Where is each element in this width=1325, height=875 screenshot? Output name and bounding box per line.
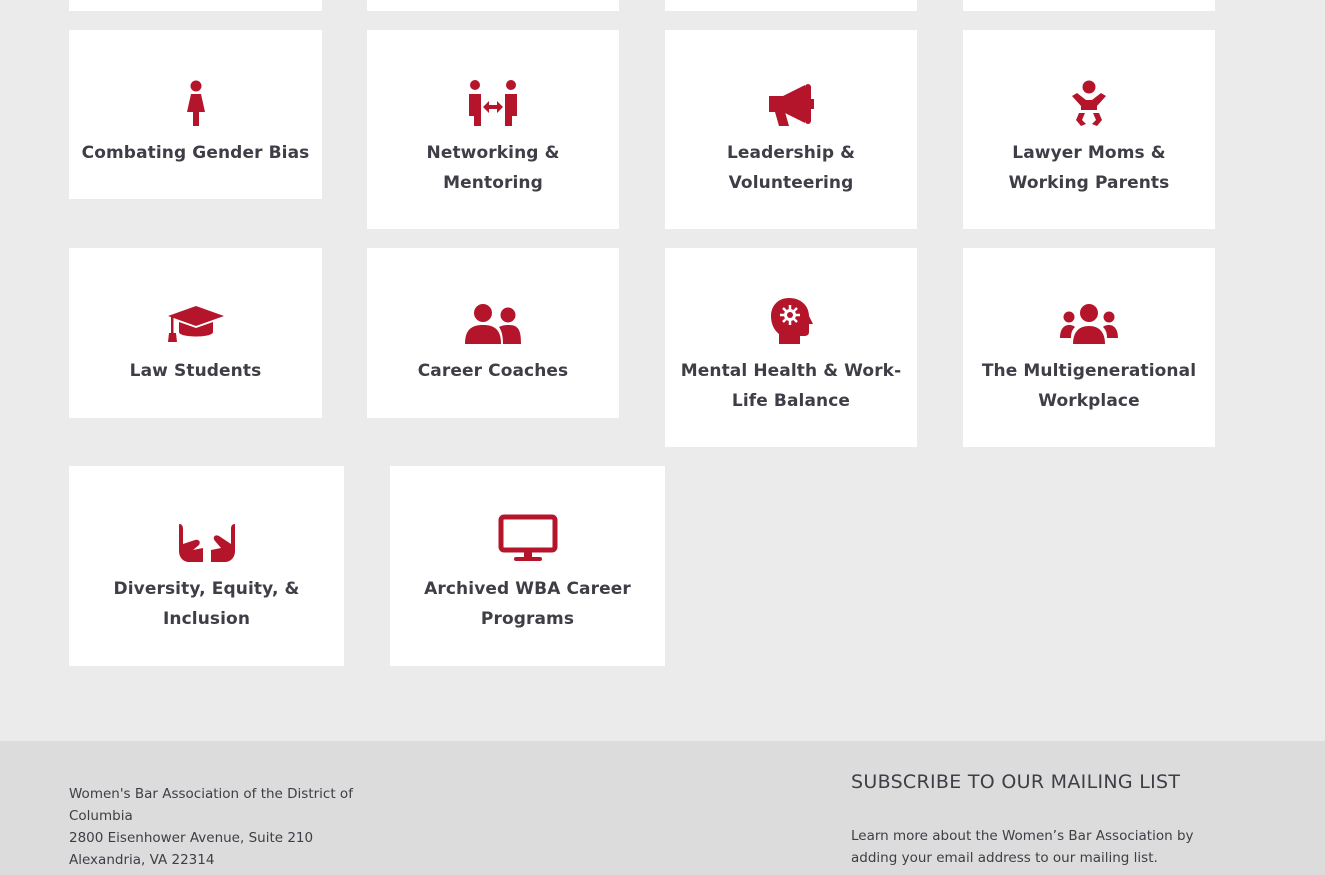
card-career-coaches[interactable]: Career Coaches bbox=[367, 248, 619, 418]
card-label: Mental Health & Work-Life Balance bbox=[680, 361, 902, 411]
card-label: Combating Gender Bias bbox=[81, 143, 310, 163]
card-diversity-equity-inclusion[interactable]: Diversity, Equity, & Inclusion bbox=[69, 466, 344, 666]
address-street: 2800 Eisenhower Avenue, Suite 210 bbox=[69, 830, 314, 846]
address-organization: Women's Bar Association of the District … bbox=[69, 786, 353, 824]
card-law-students[interactable]: Law Students bbox=[69, 248, 322, 418]
card-top-stub bbox=[963, 0, 1215, 11]
subscribe-heading: SUBSCRIBE TO OUR MAILING LIST bbox=[851, 771, 1181, 793]
card-multigenerational[interactable]: The Multigenerational Workplace bbox=[963, 248, 1215, 447]
card-label: Networking & Mentoring bbox=[426, 143, 560, 193]
card-label: Lawyer Moms & Working Parents bbox=[1008, 143, 1170, 193]
head-brain-icon bbox=[769, 292, 813, 344]
card-networking-mentoring[interactable]: Networking & Mentoring bbox=[367, 30, 619, 229]
card-label: Law Students bbox=[129, 361, 262, 381]
user-group-icon bbox=[463, 292, 523, 344]
megaphone-icon bbox=[767, 74, 815, 126]
card-label: Diversity, Equity, & Inclusion bbox=[113, 579, 300, 629]
footer-address: Women's Bar Association of the District … bbox=[69, 783, 399, 871]
networking-people-icon bbox=[467, 74, 519, 126]
card-archived-programs[interactable]: Archived WBA Career Programs bbox=[390, 466, 665, 666]
card-leadership-volunteering[interactable]: Leadership & Volunteering bbox=[665, 30, 917, 229]
graduation-cap-icon bbox=[166, 292, 226, 344]
users-group-icon bbox=[1059, 292, 1119, 344]
open-hands-icon bbox=[177, 510, 237, 562]
card-label: The Multigenerational Workplace bbox=[981, 361, 1197, 411]
card-top-stub bbox=[367, 0, 619, 11]
card-label: Archived WBA Career Programs bbox=[424, 579, 631, 629]
female-person-icon bbox=[184, 74, 208, 126]
card-label: Career Coaches bbox=[417, 361, 569, 381]
card-mental-health[interactable]: Mental Health & Work-Life Balance bbox=[665, 248, 917, 447]
card-label: Leadership & Volunteering bbox=[726, 143, 856, 193]
card-lawyer-moms[interactable]: Lawyer Moms & Working Parents bbox=[963, 30, 1215, 229]
card-top-stub bbox=[665, 0, 917, 11]
address-city: Alexandria, VA 22314 bbox=[69, 852, 215, 868]
baby-icon bbox=[1069, 74, 1109, 126]
card-combating-gender-bias[interactable]: Combating Gender Bias bbox=[69, 30, 322, 199]
subscribe-description: Learn more about the Women’s Bar Associa… bbox=[851, 828, 1194, 866]
site-footer: Women's Bar Association of the District … bbox=[0, 741, 1325, 875]
desktop-monitor-icon bbox=[498, 510, 558, 562]
card-top-stub bbox=[69, 0, 322, 11]
